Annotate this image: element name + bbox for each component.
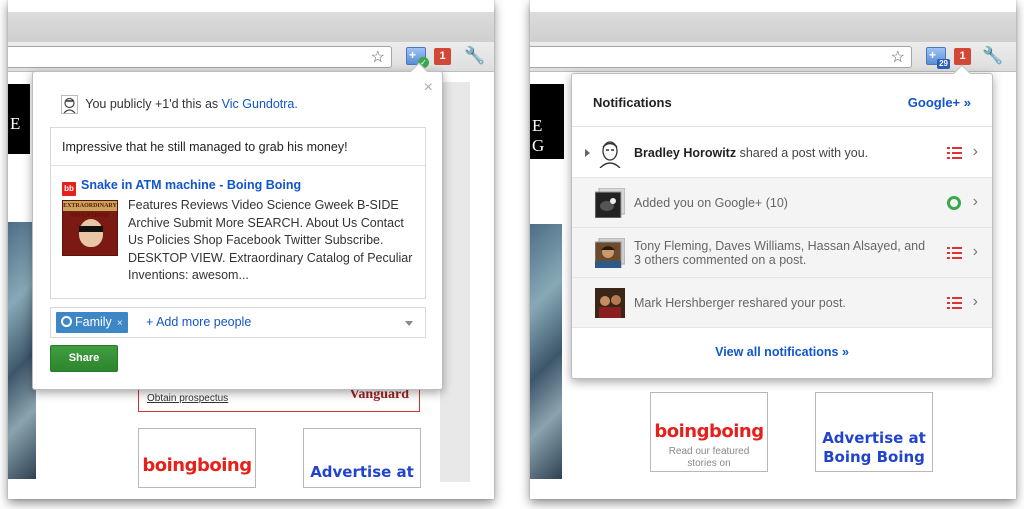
share-comment-input[interactable]: Impressive that he still managed to grab…: [51, 128, 425, 166]
bb-subtext: Read our featured stories on: [668, 446, 750, 469]
notifications-title: Notifications: [593, 95, 672, 110]
user-avatar-icon: [61, 95, 78, 114]
expand-triangle-icon[interactable]: [585, 149, 590, 157]
star-icon[interactable]: ☆: [371, 48, 385, 68]
stream-icon: [947, 247, 962, 259]
close-icon[interactable]: ×: [424, 80, 433, 96]
advertise-ad[interactable]: Advertise at Boing Boing: [815, 392, 933, 472]
snippet-title-text[interactable]: Snake in ATM machine - Boing Boing: [81, 178, 301, 192]
plus1-text: You publicly +1'd this as: [85, 96, 219, 111]
chip-remove-icon[interactable]: ×: [117, 318, 123, 329]
boingboing-favicon-icon: bb: [62, 182, 76, 196]
page-black-banner: E G: [530, 84, 564, 159]
wrench-icon[interactable]: 🔧: [464, 45, 485, 67]
user-link[interactable]: Vic Gundotra.: [222, 97, 298, 111]
omnibox[interactable]: ☆: [8, 46, 392, 68]
thumbnail-band-text: EXTRAORDINARY INVENTIONS: [63, 201, 117, 219]
advertise-ad[interactable]: Advertise at: [303, 428, 421, 488]
snippet-title[interactable]: bb Snake in ATM machine - Boing Boing: [62, 178, 301, 196]
advertise-text: Advertise at: [310, 463, 414, 481]
gplus-share-icon[interactable]: + ✓: [406, 47, 429, 68]
share-content-box: Impressive that he still managed to grab…: [50, 127, 426, 299]
chevron-right-icon[interactable]: ›: [973, 193, 978, 211]
avatar: [595, 138, 625, 168]
notification-text: Mark Hershberger reshared your post.: [634, 296, 846, 310]
page-scroll-area: [440, 82, 470, 482]
notification-badge[interactable]: 1: [954, 48, 971, 65]
chevron-right-icon[interactable]: ›: [973, 293, 978, 311]
ad-prospectus-link[interactable]: Obtain prospectus: [147, 393, 228, 405]
omnibox[interactable]: ☆: [530, 46, 912, 68]
notification-item[interactable]: Mark Hershberger reshared your post. ›: [572, 278, 992, 328]
circle-icon: [947, 196, 961, 210]
notifications-header: Notifications Google+ »: [572, 74, 992, 127]
notification-text: Bradley Horowitz shared a post with you.: [634, 146, 869, 160]
view-all-notifications-link[interactable]: View all notifications »: [572, 345, 992, 359]
advertise-text: Advertise at Boing Boing: [822, 429, 926, 466]
chevron-right-icon[interactable]: ›: [973, 143, 978, 161]
notification-item[interactable]: Bradley Horowitz shared a post with you.…: [572, 128, 992, 178]
browser-toolbar: ☆ +29 1 🔧: [530, 42, 1016, 72]
browser-tabstrip: [8, 12, 494, 42]
notification-author[interactable]: Bradley Horowitz: [634, 146, 736, 160]
circle-chip-label: Family: [75, 315, 112, 329]
notification-text: Added you on Google+ (10): [634, 196, 788, 210]
gplus-share-icon[interactable]: +29: [926, 47, 950, 69]
notification-text: Tony Fleming, Daves Williams, Hassan Als…: [634, 239, 926, 267]
snippet-thumbnail: EXTRAORDINARY INVENTIONS: [62, 200, 118, 256]
avatar: [595, 188, 625, 218]
circles-selector[interactable]: Family × + Add more people: [50, 307, 426, 338]
page-black-banner: E: [8, 84, 30, 154]
avatar: [595, 288, 625, 318]
google-plus-link[interactable]: Google+ »: [908, 95, 971, 110]
add-more-people-link[interactable]: + Add more people: [146, 315, 251, 329]
boingboing-ad[interactable]: boingboing: [138, 428, 256, 488]
notification-item[interactable]: Added you on Google+ (10) ›: [572, 178, 992, 228]
chevron-down-icon[interactable]: [405, 321, 413, 326]
avatar: [595, 238, 625, 268]
boingboing-logo: boingboing: [142, 455, 252, 476]
browser-tabstrip: [530, 12, 1016, 42]
plus1-status: You publicly +1'd this as Vic Gundotra.: [61, 95, 298, 114]
share-button[interactable]: Share: [50, 345, 118, 372]
notifications-popup: Notifications Google+ » Bradley Horowitz…: [571, 64, 993, 379]
stream-icon: [947, 147, 962, 159]
circle-icon: [61, 316, 72, 327]
extension-count: 29: [937, 59, 950, 69]
chevron-right-icon[interactable]: ›: [973, 243, 978, 261]
boingboing-logo: boingboing: [654, 421, 764, 442]
circle-chip-family[interactable]: Family ×: [56, 312, 128, 333]
snippet-description: Features Reviews Video Science Gweek B-S…: [128, 198, 413, 282]
notification-badge[interactable]: 1: [434, 48, 451, 65]
star-icon[interactable]: ☆: [891, 48, 905, 68]
wrench-icon[interactable]: 🔧: [982, 45, 1003, 67]
stream-icon: [947, 297, 962, 309]
notification-item[interactable]: Tony Fleming, Daves Williams, Hassan Als…: [572, 228, 992, 278]
share-popup: × You publicly +1'd this as Vic Gundotra…: [32, 62, 443, 390]
boingboing-ad[interactable]: boingboing Read our featured stories on: [650, 392, 768, 472]
page-photo: [530, 224, 562, 479]
